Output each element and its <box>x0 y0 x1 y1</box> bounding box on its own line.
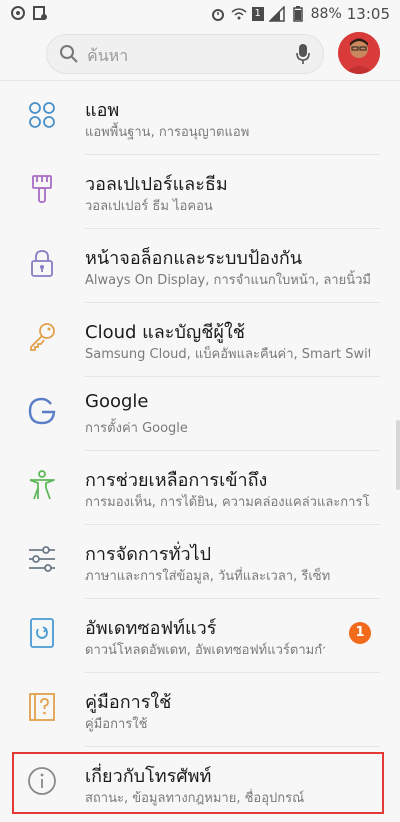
edge-panel-handle[interactable] <box>396 420 400 490</box>
key-icon <box>30 323 55 351</box>
lock-icon <box>31 250 53 277</box>
item-subtitle: Always On Display, การจำแนกใบหน้า, ลายนิ… <box>85 273 370 288</box>
status-bar: 1 88% 13:05 <box>0 0 400 28</box>
settings-list: แอพ แอพพื้นฐาน, การอนุญาตแอพ วอลเปเปอร์แ… <box>0 81 400 821</box>
settings-item-wallpapers-themes[interactable]: วอลเปเปอร์และธีม วอลเปเปอร์ ธีม ไอคอน <box>0 155 400 229</box>
item-title: การจัดการทั่วไป <box>85 544 212 565</box>
battery-icon <box>292 6 303 22</box>
item-title: อัพเดทซอฟท์แวร์ <box>85 618 217 639</box>
battery-percent: 88% <box>310 6 342 22</box>
settings-item-lockscreen-security[interactable]: หน้าจอล็อกและระบบป้องกัน Always On Displ… <box>0 229 400 303</box>
item-title: วอลเปเปอร์และธีม <box>85 174 228 195</box>
item-subtitle: การมองเห็น, การได้ยิน, ความคล่องแคล่วและ… <box>85 495 370 510</box>
alarm-icon <box>211 9 224 21</box>
item-subtitle: แอพพื้นฐาน, การอนุญาตแอพ <box>85 125 250 140</box>
settings-item-user-manual[interactable]: คู่มือการใช้ คู่มือการใช้ <box>0 673 400 747</box>
wifi-icon <box>231 8 247 20</box>
sim-badge: 1 <box>251 7 264 21</box>
avatar-icon <box>338 32 380 74</box>
notification-icon <box>33 6 47 20</box>
item-subtitle: วอลเปเปอร์ ธีม ไอคอน <box>85 199 213 214</box>
settings-item-general-management[interactable]: การจัดการทั่วไป ภาษาและการใส่ข้อมูล, วัน… <box>0 525 400 599</box>
manual-icon <box>29 693 55 721</box>
settings-item-software-update[interactable]: อัพเดทซอฟท์แวร์ ดาวน์โหลดอัพเดท, อัพเดทซ… <box>0 599 400 673</box>
item-subtitle: Samsung Cloud, แบ็คอัพและคืนค่า, Smart S… <box>85 347 370 362</box>
sync-icon <box>11 6 25 20</box>
accessibility-icon <box>29 470 55 500</box>
settings-item-accessibility[interactable]: การช่วยเหลือการเข้าถึง การมองเห็น, การได… <box>0 451 400 525</box>
update-count-badge: 1 <box>349 622 371 644</box>
item-subtitle: การตั้งค่า Google <box>85 421 188 436</box>
google-icon <box>28 397 56 425</box>
software-update-icon <box>30 618 54 648</box>
item-subtitle: คู่มือการใช้ <box>85 717 148 732</box>
settings-item-cloud-accounts[interactable]: Cloud และบัญชีผู้ใช้ Samsung Cloud, แบ็ค… <box>0 303 400 377</box>
clock: 13:05 <box>346 5 390 23</box>
settings-item-apps[interactable]: แอพ แอพพื้นฐาน, การอนุญาตแอพ <box>0 81 400 155</box>
search-bar[interactable]: ค้นหา <box>46 34 324 74</box>
apps-icon <box>29 102 55 128</box>
item-title: Cloud และบัญชีผู้ใช้ <box>85 322 245 343</box>
avatar[interactable] <box>338 32 380 74</box>
mic-icon[interactable] <box>295 43 311 65</box>
sliders-icon <box>29 546 55 572</box>
item-title: การช่วยเหลือการเข้าถึง <box>85 470 268 491</box>
settings-item-google[interactable]: Google การตั้งค่า Google <box>0 377 400 451</box>
signal-icon <box>268 6 285 22</box>
item-title: คู่มือการใช้ <box>85 692 172 713</box>
item-subtitle: ดาวน์โหลดอัพเดท, อัพเดทซอฟท์แวร์ตามกำหนด <box>85 643 325 658</box>
item-title: หน้าจอล็อกและระบบป้องกัน <box>85 248 303 269</box>
item-title: แอพ <box>85 100 120 121</box>
item-subtitle: ภาษาและการใส่ข้อมูล, วันที่และเวลา, รีเซ… <box>85 569 331 584</box>
search-icon <box>60 45 78 63</box>
search-placeholder: ค้นหา <box>87 46 129 65</box>
highlight-box <box>12 752 384 814</box>
item-title: Google <box>85 391 149 412</box>
brush-icon <box>32 175 52 203</box>
